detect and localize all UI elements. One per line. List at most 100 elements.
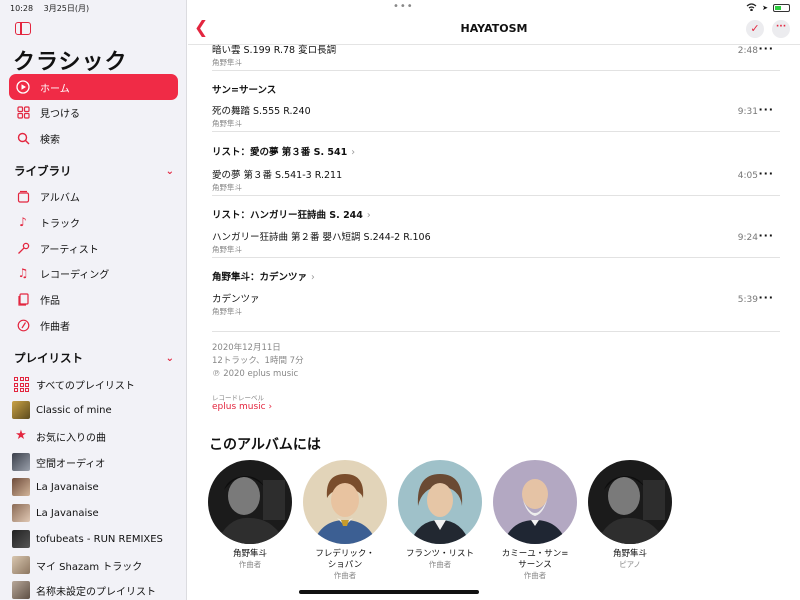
playlist-item-all[interactable]: すべてのプレイリスト [12, 373, 182, 395]
star-icon: ★ [15, 428, 27, 443]
home-indicator[interactable] [299, 590, 479, 594]
multitask-dots-icon[interactable]: ••• [393, 1, 414, 12]
divider [212, 131, 780, 132]
library-heading: ライブラリ [14, 164, 72, 178]
track-more-button[interactable]: ··· [758, 42, 774, 55]
added-check-button[interactable]: ✓ [746, 20, 764, 38]
library-item-label: アーティスト [40, 244, 99, 256]
more-options-button[interactable]: ··· [772, 20, 790, 38]
library-item-label: アルバム [40, 192, 80, 204]
sidebar-title: クラシック [13, 49, 128, 75]
copyright: ℗ 2020 eplus music [212, 369, 299, 379]
playlist-item[interactable]: 空間オーディオ [12, 451, 182, 473]
library-item-label: 作曲者 [40, 321, 70, 333]
artist-portrait [398, 460, 482, 544]
artist-name: 角野隼斗 [612, 549, 647, 559]
nav-item-label: 見つける [40, 108, 80, 120]
artist-name: カミーユ・サン= サーンス [493, 549, 577, 571]
artist-role: 作曲者 [238, 560, 262, 569]
library-item-albums[interactable]: アルバム [9, 183, 178, 209]
status-date: 3月25日(月) [43, 4, 90, 13]
playlists-heading: プレイリスト [14, 351, 83, 365]
microphone-icon [15, 240, 31, 256]
chevron-down-icon[interactable]: ⌄ [166, 166, 174, 177]
chevron-right-icon: › [351, 147, 356, 158]
track-more-button[interactable]: ··· [758, 291, 774, 304]
playlist-artwork [12, 530, 30, 548]
work-section-title[interactable]: リスト：ハンガリー狂詩曲 S. 244 › [212, 207, 371, 221]
artist-card[interactable]: 角野隼斗 ピアノ [588, 460, 672, 570]
track-more-button[interactable]: ··· [758, 229, 774, 242]
playlist-item[interactable]: tofubeats - RUN REMIXES [12, 528, 182, 550]
divider [212, 70, 780, 71]
library-item-works[interactable]: 作品 [9, 286, 178, 312]
track-more-button[interactable]: ··· [758, 103, 774, 116]
playlists-section-header[interactable]: プレイリスト ⌄ [14, 350, 174, 366]
library-item-label: トラック [40, 218, 80, 230]
artist-portrait [303, 460, 387, 544]
library-item-composers[interactable]: 作曲者 [9, 312, 178, 338]
navigation-bar: ❮ HAYATOSM ✓ ··· [188, 12, 800, 45]
artist-card[interactable]: フレデリック・ ショパン 作曲者 [303, 460, 387, 581]
track-name: ハンガリー狂詩曲 第２番 嬰ハ短調 S.244-2 R.106 [212, 232, 431, 243]
playlist-item[interactable]: ★ お気に入りの曲 [12, 425, 182, 447]
grid-icon [15, 104, 31, 120]
library-item-recordings[interactable]: ♫ レコーディング [9, 260, 178, 286]
nav-item-label: ホーム [40, 83, 70, 95]
album-icon [15, 188, 31, 204]
playlist-artwork [12, 556, 30, 574]
nav-item-browse[interactable]: 見つける [9, 99, 178, 125]
sidebar: 10:28 3月25日(月) クラシック ホーム 見つける 検索 ライブラリ ⌄… [0, 0, 187, 600]
track-name: 死の舞踏 S.555 R.240 [212, 106, 311, 117]
sidebar-toggle-icon[interactable] [15, 22, 31, 35]
work-title-text: リスト：愛の夢 第３番 S. 541 [212, 147, 348, 158]
album-meta: 2020年12月11日 12トラック、1時間 7分 ℗ 2020 eplus m… [212, 342, 304, 381]
battery-icon [773, 4, 790, 12]
work-icon [15, 291, 31, 307]
status-time: 10:28 [10, 4, 34, 13]
chevron-right-icon: › [311, 272, 315, 283]
artist-name-line: サーンス [518, 560, 552, 570]
artist-card[interactable]: フランツ・リスト 作曲者 [398, 460, 482, 570]
track-name: カデンツァ [212, 294, 260, 305]
work-title-text: サン=サーンス [212, 85, 277, 96]
play-circle-icon [15, 79, 31, 95]
work-section-title[interactable]: 角野隼斗：カデンツァ › [212, 269, 315, 283]
playlist-item[interactable]: La Javanaise [12, 502, 182, 524]
artist-name: フランツ・リスト [405, 549, 474, 559]
chevron-down-icon[interactable]: ⌄ [166, 353, 174, 364]
playlist-label: お気に入りの曲 [36, 432, 106, 444]
status-bar-left: 10:28 3月25日(月) [10, 3, 97, 14]
playlist-label: 空間オーディオ [36, 458, 106, 470]
playlist-item[interactable]: La Javanaise [12, 476, 182, 498]
artist-role: ピアノ [619, 560, 641, 569]
artist-role: 作曲者 [333, 571, 357, 580]
artist-name: 角野隼斗 [232, 549, 267, 559]
playlist-item[interactable]: Classic of mine [12, 399, 182, 421]
record-label-name: eplus music [212, 402, 266, 412]
track-more-button[interactable]: ··· [758, 167, 774, 180]
library-item-artists[interactable]: アーティスト [9, 235, 178, 261]
playlist-label: La Javanaise [36, 481, 99, 493]
release-date: 2020年12月11日 [212, 343, 281, 353]
playlist-label: すべてのプレイリスト [36, 380, 135, 392]
work-section-title[interactable]: リスト：愛の夢 第３番 S. 541 › [212, 144, 355, 158]
artist-card[interactable]: カミーユ・サン= サーンス 作曲者 [493, 460, 577, 581]
music-note-icon: ♪ [19, 215, 27, 229]
nav-item-search[interactable]: 検索 [9, 125, 178, 151]
track-duration: 2:48 [737, 46, 758, 56]
playlist-artwork [12, 478, 30, 496]
artist-card[interactable]: 角野隼斗 作曲者 [208, 460, 292, 570]
chevron-right-icon: › [366, 210, 371, 221]
album-summary: 12トラック、1時間 7分 [212, 356, 304, 366]
playlist-item[interactable]: マイ Shazam トラック [12, 554, 182, 576]
library-section-header[interactable]: ライブラリ ⌄ [14, 163, 174, 179]
track-artist: 角野隼斗 [212, 119, 242, 128]
nav-item-home[interactable]: ホーム [9, 74, 178, 100]
artist-photo [588, 460, 672, 544]
playlist-artwork [12, 453, 30, 471]
record-label-link[interactable]: eplus music › [212, 402, 272, 412]
playlist-item[interactable]: 名称未設定のプレイリスト [12, 579, 182, 600]
playlist-label: Classic of mine [36, 404, 112, 416]
library-item-tracks[interactable]: ♪ トラック [9, 209, 178, 235]
